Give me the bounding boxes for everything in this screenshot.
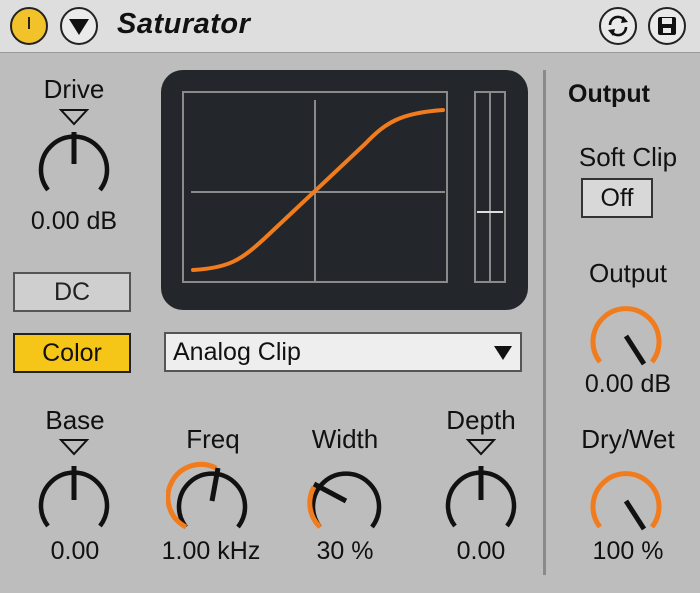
waveshape-type-dropdown[interactable]: Analog Clip	[164, 332, 522, 372]
base-label: Base	[45, 405, 105, 435]
drywet-knob[interactable]	[580, 455, 672, 539]
waveshaper-display	[161, 70, 528, 310]
soft-clip-label: Soft Clip	[578, 142, 678, 172]
freq-knob[interactable]	[166, 455, 258, 539]
hot-swap-icon	[608, 15, 628, 37]
drywet-value: 100 %	[592, 537, 664, 565]
drive-knob[interactable]	[28, 104, 120, 208]
title-bar: Saturator	[0, 0, 700, 53]
soft-clip-toggle[interactable]: Off	[581, 178, 653, 218]
width-knob[interactable]	[300, 455, 392, 539]
drywet-label: Dry/Wet	[581, 424, 675, 454]
width-label: Width	[311, 424, 379, 454]
depth-value: 0.00	[456, 537, 506, 565]
drive-label: Drive	[43, 74, 105, 104]
base-value: 0.00	[50, 537, 100, 565]
hot-swap-button[interactable]	[599, 7, 637, 45]
waveshape-type-value: Analog Clip	[173, 338, 301, 366]
output-label: Output	[588, 258, 668, 288]
drive-value: 0.00 dB	[30, 207, 118, 235]
device-power-button[interactable]	[10, 7, 48, 45]
color-button[interactable]: Color	[13, 333, 131, 373]
save-preset-button[interactable]	[648, 7, 686, 45]
width-value: 30 %	[316, 537, 374, 565]
base-knob[interactable]	[28, 438, 120, 538]
dropdown-arrow-icon	[494, 346, 512, 360]
output-section-title: Output	[568, 80, 650, 108]
power-icon	[28, 17, 30, 29]
freq-label: Freq	[186, 424, 240, 454]
dc-button[interactable]: DC	[13, 272, 131, 312]
save-icon	[658, 17, 676, 35]
section-divider	[543, 70, 546, 575]
freq-value: 1.00 kHz	[161, 537, 261, 565]
triangle-down-icon	[69, 19, 89, 35]
device-menu-button[interactable]	[60, 7, 98, 45]
transfer-curve-graph	[182, 91, 506, 283]
device-title: Saturator	[117, 8, 251, 40]
saturator-device: Saturator Drive 0.00 dB DC Color Analog …	[0, 0, 700, 593]
depth-label: Depth	[446, 405, 516, 435]
output-knob[interactable]	[580, 290, 672, 374]
depth-knob[interactable]	[435, 438, 527, 538]
output-value: 0.00 dB	[584, 370, 672, 398]
